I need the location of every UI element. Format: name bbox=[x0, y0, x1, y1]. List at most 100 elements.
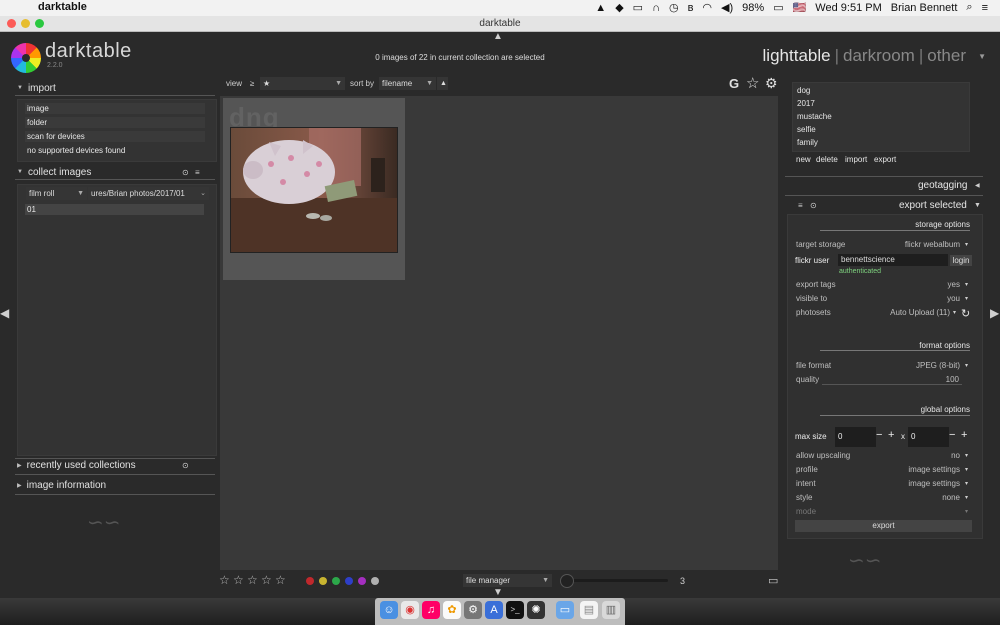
terminal-icon[interactable]: >_ bbox=[506, 601, 524, 619]
spotlight-icon[interactable]: ⌕ bbox=[966, 1, 972, 14]
sort-select[interactable]: filename ▼ bbox=[379, 77, 436, 90]
close-window-button[interactable] bbox=[7, 19, 16, 28]
color-label-yellow[interactable] bbox=[319, 577, 327, 585]
clock[interactable]: Wed 9:51 PM bbox=[815, 2, 881, 14]
chevron-down-icon[interactable]: ▾ bbox=[965, 466, 968, 473]
layout-select[interactable]: file manager ▼ bbox=[463, 574, 552, 587]
tag-item[interactable]: 2017 bbox=[797, 99, 815, 108]
presets-icon[interactable]: ≡ bbox=[195, 168, 200, 177]
chevron-down-icon[interactable]: ▾ bbox=[965, 362, 968, 369]
decrement-width-button[interactable]: − bbox=[876, 429, 882, 441]
view-lighttable[interactable]: lighttable bbox=[763, 46, 831, 65]
visible-to-value[interactable]: you bbox=[900, 294, 960, 303]
color-label-red[interactable] bbox=[306, 577, 314, 585]
itunes-icon[interactable]: ♫ bbox=[422, 601, 440, 619]
tag-item[interactable]: family bbox=[797, 138, 818, 147]
film-roll-item[interactable]: 01 bbox=[25, 204, 204, 215]
allow-upscaling-value[interactable]: no bbox=[900, 451, 960, 460]
zoom-slider[interactable] bbox=[560, 579, 668, 582]
color-label-blue[interactable] bbox=[345, 577, 353, 585]
import-folder-button[interactable]: folder bbox=[25, 117, 205, 128]
top-panel-toggle-icon[interactable]: ▲ bbox=[493, 31, 503, 42]
view-darkroom[interactable]: darkroom bbox=[843, 46, 915, 65]
gear-icon[interactable]: ⚙ bbox=[765, 75, 778, 92]
thumbnail-image[interactable] bbox=[230, 127, 398, 253]
max-height-input[interactable]: 0 bbox=[908, 427, 949, 447]
import-image-button[interactable]: image bbox=[25, 103, 205, 114]
rating-filter-select[interactable]: ★ ▼ bbox=[260, 77, 345, 90]
folder-icon[interactable]: ▭ bbox=[556, 601, 574, 619]
chevron-down-icon[interactable]: ▾ bbox=[965, 281, 968, 288]
history-icon[interactable]: ⊙ bbox=[182, 461, 189, 470]
star-overlay-icon[interactable]: ☆ bbox=[746, 74, 759, 92]
reset-icon[interactable]: ⊙ bbox=[810, 201, 817, 210]
collect-property-select[interactable]: film roll ▼ bbox=[26, 187, 87, 200]
quality-slider[interactable] bbox=[822, 384, 962, 385]
grouping-button[interactable]: G bbox=[729, 76, 739, 91]
star-1-icon[interactable]: ☆ bbox=[219, 573, 230, 587]
image-information-header[interactable]: ▶ image information bbox=[17, 480, 106, 491]
volume-icon[interactable]: ◀) bbox=[721, 1, 733, 14]
document-icon[interactable]: ▤ bbox=[580, 601, 598, 619]
user-name[interactable]: Brian Bennett bbox=[891, 2, 958, 14]
chrome-icon[interactable]: ◉ bbox=[401, 601, 419, 619]
photos-icon[interactable]: ✿ bbox=[443, 601, 461, 619]
zoom-slider-handle[interactable] bbox=[560, 574, 574, 588]
tag-item[interactable]: dog bbox=[797, 86, 810, 95]
wifi-icon[interactable]: ◠ bbox=[702, 1, 712, 14]
battery-icon[interactable]: ▭ bbox=[773, 1, 783, 14]
dropbox-icon[interactable]: ◆ bbox=[615, 1, 623, 14]
tag-delete-button[interactable]: delete bbox=[816, 155, 838, 164]
minimize-window-button[interactable] bbox=[21, 19, 30, 28]
tag-export-button[interactable]: export bbox=[874, 155, 896, 164]
intent-value[interactable]: image settings bbox=[880, 479, 960, 488]
decrement-height-button[interactable]: − bbox=[949, 429, 955, 441]
geotagging-header[interactable]: geotagging bbox=[918, 180, 968, 191]
photosets-value[interactable]: Auto Upload (11) bbox=[860, 308, 950, 317]
menu-app-name[interactable]: darktable bbox=[38, 1, 87, 13]
import-header[interactable]: ▼ import bbox=[17, 83, 56, 94]
target-storage-value[interactable]: flickr webalbum bbox=[880, 240, 960, 249]
star-5-icon[interactable]: ☆ bbox=[275, 573, 286, 587]
export-header[interactable]: export selected bbox=[899, 200, 967, 211]
darktable-dock-icon[interactable]: ✺ bbox=[527, 601, 545, 619]
bluetooth-icon[interactable]: ʙ bbox=[688, 2, 694, 14]
star-4-icon[interactable]: ☆ bbox=[261, 573, 272, 587]
export-tags-value[interactable]: yes bbox=[900, 280, 960, 289]
star-2-icon[interactable]: ☆ bbox=[233, 573, 244, 587]
color-label-purple[interactable] bbox=[358, 577, 366, 585]
tag-item[interactable]: selfie bbox=[797, 125, 816, 134]
chevron-down-icon[interactable]: ▾ bbox=[965, 494, 968, 501]
zoom-value[interactable]: 3 bbox=[680, 576, 685, 586]
increment-height-button[interactable]: + bbox=[961, 429, 967, 441]
chevron-down-icon[interactable]: ▾ bbox=[965, 480, 968, 487]
left-panel-toggle-icon[interactable]: ◀ bbox=[0, 306, 9, 320]
right-panel-toggle-icon[interactable]: ▶ bbox=[990, 306, 999, 320]
headphones-icon[interactable]: ∩ bbox=[652, 2, 660, 14]
tag-new-button[interactable]: new bbox=[796, 155, 811, 164]
increment-width-button[interactable]: + bbox=[888, 429, 894, 441]
collect-path-input[interactable]: ures/Brian photos/2017/01 ⌄ bbox=[88, 187, 209, 200]
refresh-icon[interactable]: ↻ bbox=[961, 307, 970, 320]
sort-direction-button[interactable]: ▲ bbox=[437, 77, 448, 90]
battery-percent[interactable]: 98% bbox=[742, 2, 764, 14]
chevron-down-icon[interactable]: ▾ bbox=[965, 508, 968, 515]
drive-icon[interactable]: ▲ bbox=[595, 2, 606, 14]
file-format-value[interactable]: JPEG (8-bit) bbox=[880, 361, 960, 370]
display-profile-icon[interactable]: ▭ bbox=[768, 574, 778, 587]
style-value[interactable]: none bbox=[900, 493, 960, 502]
view-other[interactable]: other bbox=[927, 46, 966, 65]
bottom-panel-toggle-icon[interactable]: ▼ bbox=[493, 587, 503, 598]
history-icon[interactable]: ⊙ bbox=[182, 168, 189, 177]
quality-value[interactable]: 100 bbox=[900, 375, 959, 384]
display-icon[interactable]: ▭ bbox=[633, 1, 643, 14]
trash-icon[interactable]: ▥ bbox=[602, 601, 620, 619]
presets-icon[interactable]: ≡ bbox=[798, 201, 803, 210]
export-button[interactable]: export bbox=[795, 520, 972, 532]
star-3-icon[interactable]: ☆ bbox=[247, 573, 258, 587]
app-store-icon[interactable]: A bbox=[485, 601, 503, 619]
collect-header[interactable]: ▼ collect images bbox=[17, 167, 91, 178]
max-width-input[interactable]: 0 bbox=[835, 427, 876, 447]
notification-center-icon[interactable]: ≡ bbox=[982, 2, 988, 14]
chevron-down-icon[interactable]: ▾ bbox=[953, 309, 956, 316]
